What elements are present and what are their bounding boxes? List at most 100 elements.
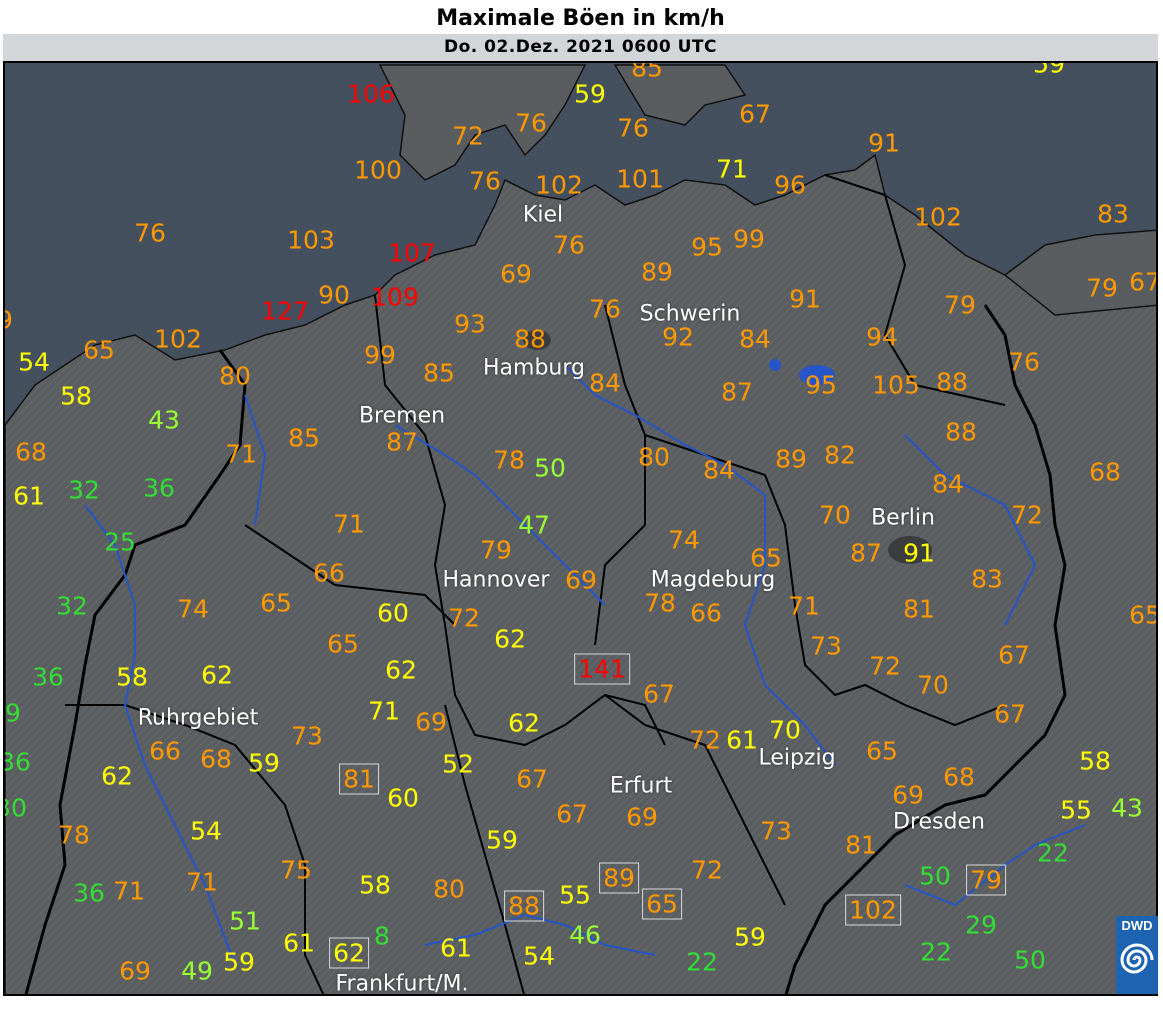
city-label: Ruhrgebiet (137, 705, 259, 731)
gust-value: 66 (149, 736, 181, 766)
gust-value: 67 (1129, 267, 1158, 297)
gust-value: 71 (716, 154, 748, 184)
gust-value: 60 (387, 783, 419, 813)
lake (769, 359, 781, 371)
gust-value: 62 (494, 624, 526, 654)
gust-value-station-boxed: 62 (329, 937, 369, 969)
gust-value: 67 (998, 640, 1030, 670)
gust-value: 88 (936, 367, 968, 397)
map-title: Maximale Böen in km/h (3, 3, 1158, 34)
gust-value: 79 (480, 535, 512, 565)
gust-value: 76 (134, 218, 166, 248)
germany-relief-map (5, 5, 1156, 994)
gust-value: 94 (866, 322, 898, 352)
gust-value: 82 (824, 440, 856, 470)
gust-value: 76 (589, 294, 621, 324)
gust-value: 68 (943, 762, 975, 792)
gust-value: 43 (1111, 793, 1143, 823)
gust-value: 59 (734, 922, 766, 952)
dwd-logo-text: DWD (1121, 918, 1153, 933)
gust-value: 91 (903, 538, 935, 568)
gust-value: 67 (516, 764, 548, 794)
gust-value: 50 (534, 453, 566, 483)
gust-value: 80 (219, 361, 251, 391)
gust-value: 66 (690, 598, 722, 628)
gust-value: 84 (739, 324, 771, 354)
city-label: Magdeburg (650, 567, 776, 593)
gust-value: 106 (347, 79, 395, 109)
city-label: Leipzig (758, 745, 836, 771)
gust-value: 59 (486, 825, 518, 855)
gust-value-station-boxed: 89 (599, 862, 639, 894)
gust-value: 105 (872, 370, 920, 400)
gust-value: 61 (726, 725, 758, 755)
gust-value: 87 (721, 377, 753, 407)
gust-value: 88 (514, 324, 546, 354)
city-label: Schwerin (639, 301, 741, 327)
gust-value: 69 (119, 956, 151, 986)
gust-value: 99 (733, 224, 765, 254)
gust-value: 54 (18, 347, 50, 377)
gust-value: 60 (377, 598, 409, 628)
gust-value: 71 (186, 867, 218, 897)
city-label: Kiel (522, 202, 564, 228)
gust-value: 70 (769, 715, 801, 745)
gust-value: 78 (493, 445, 525, 475)
gust-value: 109 (371, 282, 419, 312)
gust-value: 65 (1129, 600, 1158, 630)
gust-value: 61 (440, 933, 472, 963)
gust-value: 100 (354, 155, 402, 185)
gust-value: 36 (5, 747, 31, 777)
gust-value: 84 (703, 455, 735, 485)
gust-value: 70 (819, 500, 851, 530)
gust-value: 36 (143, 473, 175, 503)
gust-value: 81 (903, 594, 935, 624)
gust-value: 84 (589, 368, 621, 398)
gust-value: 83 (971, 564, 1003, 594)
gust-value: 72 (452, 121, 484, 151)
city-label: Hamburg (483, 355, 585, 381)
gust-value: 70 (917, 670, 949, 700)
gust-value: 69 (415, 707, 447, 737)
gust-value: 52 (442, 749, 474, 779)
gust-value: 73 (760, 816, 792, 846)
city-label: Erfurt (609, 773, 673, 799)
gust-value: 99 (364, 340, 396, 370)
gust-value: 103 (287, 225, 335, 255)
gust-value: 79 (1086, 273, 1118, 303)
gust-value: 66 (313, 558, 345, 588)
gust-value-station-boxed: 141 (574, 653, 630, 685)
gust-value: 72 (448, 603, 480, 633)
gust-value-station-boxed: 81 (339, 763, 379, 795)
gust-value: 55 (1060, 795, 1092, 825)
gust-value: 84 (932, 469, 964, 499)
gust-value: 61 (283, 928, 315, 958)
gust-value: 9 (5, 308, 13, 333)
gust-value: 68 (200, 744, 232, 774)
gust-value: 80 (433, 874, 465, 904)
gust-value: 54 (190, 816, 222, 846)
map-header: Maximale Böen in km/h Do. 02.Dez. 2021 0… (3, 3, 1158, 63)
gust-value: 85 (423, 358, 455, 388)
gust-value: 101 (616, 164, 664, 194)
gust-value: 58 (1079, 746, 1111, 776)
city-label: Hannover (442, 567, 550, 593)
gust-value: 30 (5, 793, 27, 823)
gust-value: 78 (58, 820, 90, 850)
gust-value: 8 (374, 921, 390, 951)
gust-value: 29 (965, 910, 997, 940)
gust-value: 73 (810, 631, 842, 661)
gust-value: 36 (73, 878, 105, 908)
gust-value: 22 (920, 937, 952, 967)
gust-value: 71 (788, 591, 820, 621)
gust-value: 87 (850, 538, 882, 568)
gust-value: 107 (388, 238, 436, 268)
city-label: Frankfurt/M. (335, 971, 469, 996)
gust-value: 36 (32, 662, 64, 692)
gust-value: 43 (148, 405, 180, 435)
gust-value: 55 (559, 880, 591, 910)
gust-value: 67 (994, 699, 1026, 729)
gust-value: 83 (1097, 199, 1129, 229)
gust-value: 58 (60, 381, 92, 411)
gust-value: 69 (626, 802, 658, 832)
